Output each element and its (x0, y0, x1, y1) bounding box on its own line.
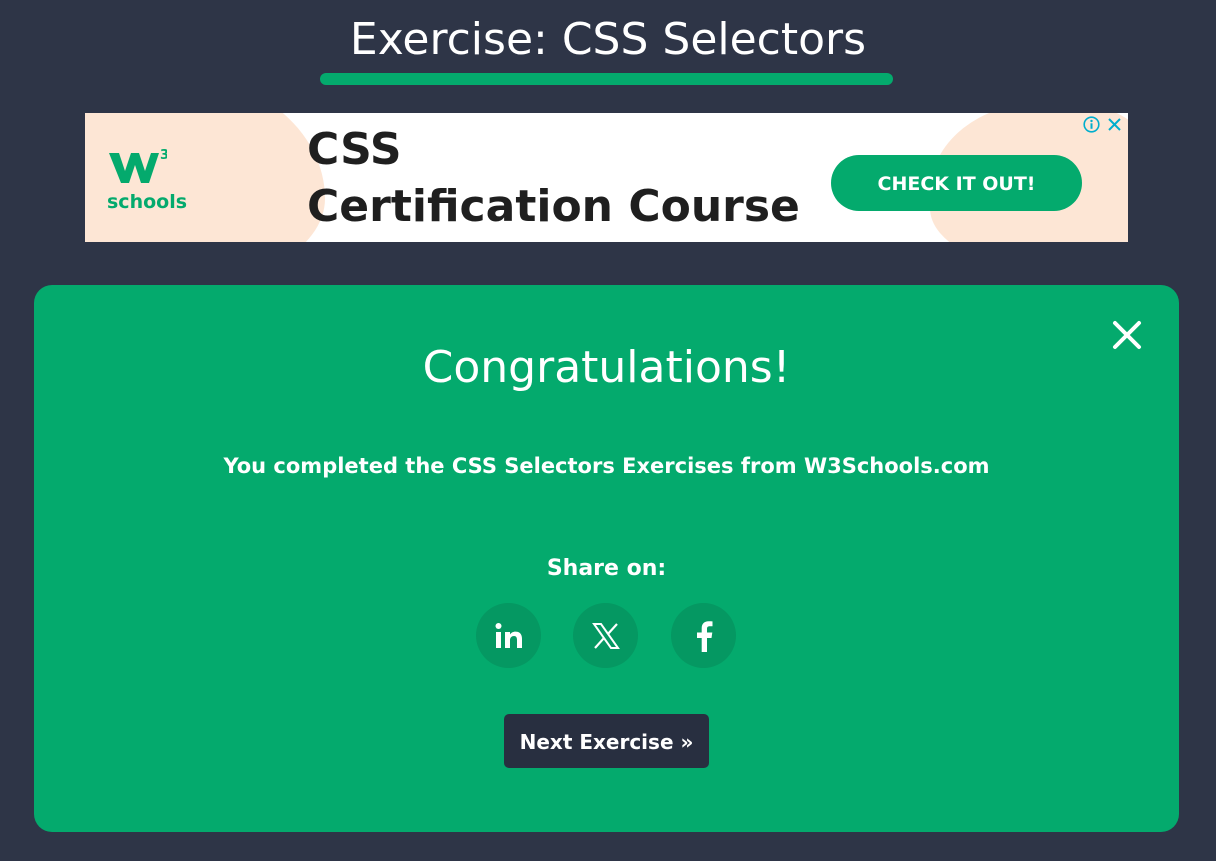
info-icon[interactable] (1083, 116, 1100, 133)
modal-heading: Congratulations! (422, 342, 791, 393)
w3-logo-mark-icon: 3 (109, 148, 167, 183)
next-exercise-button[interactable]: Next Exercise » (504, 714, 709, 768)
share-linkedin-button[interactable] (476, 603, 541, 668)
w3schools-logo[interactable]: 3 schools (105, 143, 188, 218)
ad-cta-button[interactable]: CHECK IT OUT! (831, 155, 1082, 211)
facebook-icon (696, 620, 712, 652)
page-title: Exercise: CSS Selectors (349, 14, 867, 65)
share-facebook-button[interactable] (671, 603, 736, 668)
ad-headline-line2: Certification Course (307, 181, 800, 232)
share-label: Share on: (546, 556, 667, 581)
ad-headline-line1: CSS (307, 124, 402, 175)
title-underline (320, 73, 893, 85)
w3-logo-sup: 3 (160, 148, 167, 163)
completion-message: You completed the CSS Selectors Exercise… (223, 454, 990, 478)
congratulations-modal: Congratulations! You completed the CSS S… (34, 285, 1179, 832)
ad-headline: CSS Certification Course (307, 121, 800, 235)
ad-close-icon[interactable] (1106, 116, 1123, 133)
w3-logo-text: schools (107, 191, 188, 213)
linkedin-icon (495, 622, 522, 648)
share-x-button[interactable] (573, 603, 638, 668)
ad-banner[interactable]: 3 schools CSS Certification Course CHECK… (85, 113, 1128, 242)
x-icon (591, 622, 620, 649)
